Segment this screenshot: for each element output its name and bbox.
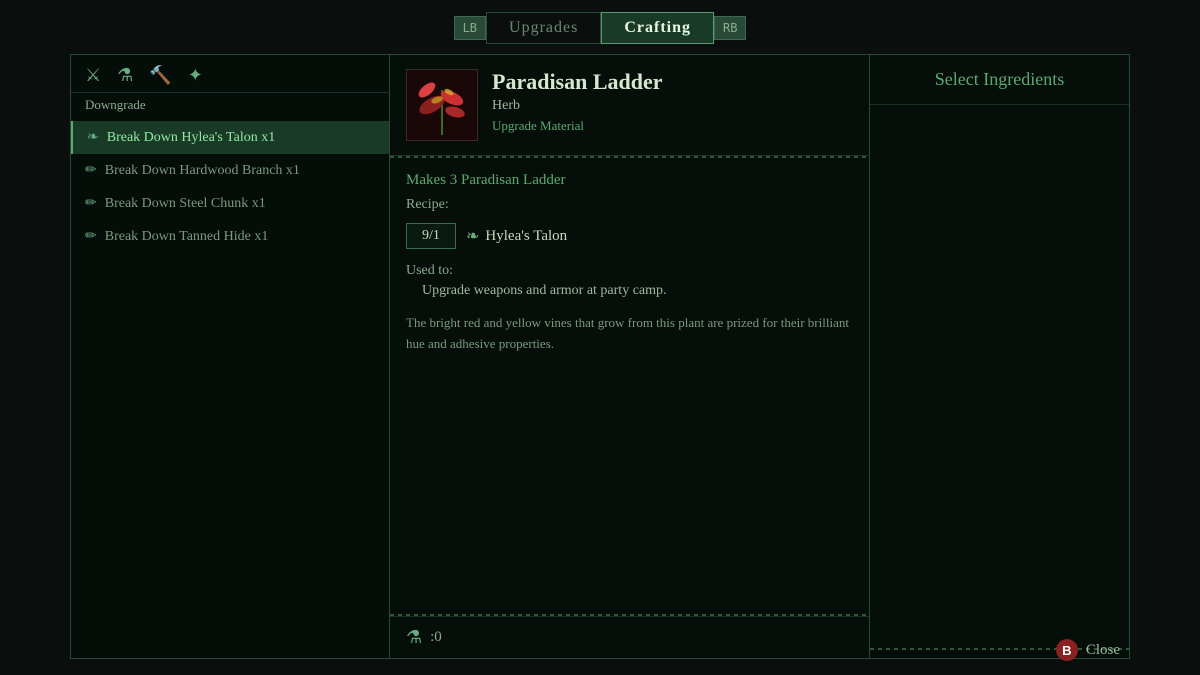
- potion-icon: ⚗: [117, 65, 133, 86]
- item-details: Makes 3 Paradisan Ladder Recipe: 9/1 ❧ H…: [390, 158, 869, 614]
- recipe-item-1[interactable]: ❧ Break Down Hylea's Talon x1: [71, 121, 389, 154]
- right-panel-title: Select Ingredients: [870, 55, 1129, 105]
- recipe-list: ❧ Break Down Hylea's Talon x1 ✏ Break Do…: [71, 121, 389, 658]
- mortar-icon: 🔨: [149, 65, 171, 86]
- top-nav: LB Upgrades Crafting RB: [0, 0, 1200, 54]
- footer-count: :0: [430, 629, 442, 646]
- recipe-label-2: Break Down Hardwood Branch x1: [105, 163, 300, 179]
- makes-label: Makes 3 Paradisan Ladder: [406, 172, 853, 189]
- description-text: The bright red and yellow vines that gro…: [406, 313, 853, 355]
- footer-icon: ⚗: [406, 627, 422, 648]
- upgrades-tab[interactable]: Upgrades: [486, 12, 601, 44]
- close-label: Close: [1086, 642, 1120, 659]
- crafting-tab[interactable]: Crafting: [601, 12, 714, 44]
- close-area[interactable]: B Close: [1056, 639, 1120, 661]
- ingredient-name: ❧ Hylea's Talon: [466, 226, 567, 246]
- used-to-text: Upgrade weapons and armor at party camp.: [422, 283, 853, 299]
- item-image: [406, 69, 478, 141]
- ingredient-icon: ❧: [466, 226, 479, 246]
- used-to-title: Used to:: [406, 263, 853, 279]
- recipe-icon-1: ❧: [87, 129, 99, 146]
- recipe-label-4: Break Down Tanned Hide x1: [105, 229, 269, 245]
- right-panel: Select Ingredients: [870, 54, 1130, 659]
- item-header: Paradisan Ladder Herb Upgrade Material: [390, 55, 869, 156]
- ingredient-row: 9/1 ❧ Hylea's Talon: [406, 223, 853, 249]
- right-panel-body: [870, 105, 1129, 648]
- item-tag: Upgrade Material: [492, 118, 853, 134]
- ingredient-quantity: 9/1: [406, 223, 456, 249]
- downgrade-label: Downgrade: [71, 93, 389, 121]
- ingredient-text: Hylea's Talon: [485, 228, 567, 245]
- recipe-icon-2: ✏: [85, 162, 97, 179]
- left-panel: ⚔ ⚗ 🔨 ✦ Downgrade ❧ Break Down Hylea's T…: [70, 54, 390, 659]
- item-svg: [407, 70, 477, 140]
- recipe-item-3[interactable]: ✏ Break Down Steel Chunk x1: [71, 187, 389, 220]
- middle-panel: Paradisan Ladder Herb Upgrade Material M…: [390, 54, 870, 659]
- main-layout: ⚔ ⚗ 🔨 ✦ Downgrade ❧ Break Down Hylea's T…: [0, 54, 1200, 659]
- recipe-icon-4: ✏: [85, 228, 97, 245]
- sword-icon: ⚔: [85, 65, 101, 86]
- recipe-label: Recipe:: [406, 197, 853, 213]
- item-type: Herb: [492, 98, 853, 114]
- star-icon: ✦: [188, 65, 203, 86]
- item-footer: ⚗ :0: [390, 616, 869, 658]
- b-badge: B: [1056, 639, 1078, 661]
- recipe-item-4[interactable]: ✏ Break Down Tanned Hide x1: [71, 220, 389, 253]
- recipe-icon-3: ✏: [85, 195, 97, 212]
- recipe-item-2[interactable]: ✏ Break Down Hardwood Branch x1: [71, 154, 389, 187]
- recipe-label-1: Break Down Hylea's Talon x1: [107, 130, 275, 146]
- item-info: Paradisan Ladder Herb Upgrade Material: [492, 69, 853, 134]
- recipe-label-3: Break Down Steel Chunk x1: [105, 196, 266, 212]
- lb-badge[interactable]: LB: [454, 16, 486, 40]
- panel-icons: ⚔ ⚗ 🔨 ✦: [71, 55, 389, 93]
- item-name: Paradisan Ladder: [492, 69, 853, 95]
- used-to-section: Used to: Upgrade weapons and armor at pa…: [406, 263, 853, 299]
- rb-badge[interactable]: RB: [714, 16, 746, 40]
